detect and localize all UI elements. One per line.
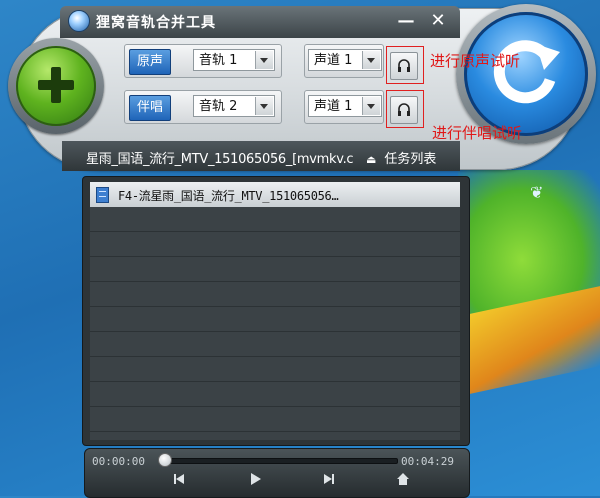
refresh-arrow-icon [493, 40, 560, 104]
original-channel-select[interactable]: 声道 1 [308, 49, 382, 71]
minimize-button[interactable]: — [394, 10, 418, 32]
previous-button[interactable] [172, 472, 192, 488]
home-icon [397, 473, 409, 485]
skip-previous-icon [174, 474, 184, 484]
accompaniment-track-row: 伴唱 音轨 2 [124, 90, 282, 124]
task-list-toggle[interactable]: ⏏ 任务列表 [366, 148, 436, 167]
current-file-name: 星雨_国语_流行_MTV_151065056_[mvmkv.c [86, 152, 354, 167]
original-tag: 原声 [129, 49, 171, 75]
chevron-down-icon[interactable] [255, 51, 273, 69]
list-item-label: F4-流星雨_国语_流行_MTV_151065056… [118, 189, 339, 203]
progress-track[interactable] [160, 458, 398, 464]
chevron-down-icon[interactable] [362, 51, 380, 69]
list-item[interactable]: F4-流星雨_国语_流行_MTV_151065056… [90, 182, 460, 207]
accompaniment-track-select[interactable]: 音轨 2 [193, 95, 275, 117]
accompaniment-preview-note: 进行伴唱试听 [432, 124, 523, 142]
next-button[interactable] [322, 472, 342, 488]
original-preview-note: 进行原声试听 [430, 52, 521, 70]
window-title: 狸窝音轨合并工具 [96, 15, 216, 31]
app-logo-icon [68, 10, 90, 32]
eject-icon: ⏏ [366, 153, 377, 166]
chevron-down-icon[interactable] [255, 97, 273, 115]
accompaniment-track-value: 音轨 2 [199, 99, 238, 114]
close-button[interactable]: ✕ [426, 10, 450, 32]
total-time: 00:04:29 [401, 455, 454, 468]
home-button[interactable] [396, 472, 416, 488]
original-channel-row: 声道 1 [304, 44, 384, 78]
chevron-down-icon[interactable] [362, 97, 380, 115]
accompaniment-tag: 伴唱 [129, 95, 171, 121]
accompaniment-channel-row: 声道 1 [304, 90, 384, 124]
current-time: 00:00:00 [92, 455, 145, 468]
task-list[interactable]: F4-流星雨_国语_流行_MTV_151065056… [90, 182, 460, 440]
accompaniment-channel-value: 声道 1 [314, 99, 353, 114]
original-track-select[interactable]: 音轨 1 [193, 49, 275, 71]
butterfly-icon: ❦ [530, 183, 544, 202]
accompaniment-channel-select[interactable]: 声道 1 [308, 95, 382, 117]
original-track-row: 原声 音轨 1 [124, 44, 282, 78]
control-panel: 狸窝音轨合并工具 — ✕ 原声 音轨 1 声道 1 进行原声试听 伴唱 音轨 2… [0, 0, 600, 178]
original-preview-highlight [386, 46, 424, 84]
play-icon [251, 473, 261, 485]
file-icon [96, 187, 109, 203]
accompaniment-preview-highlight [386, 90, 424, 128]
skip-next-icon [324, 474, 334, 484]
task-list-label: 任务列表 [384, 152, 437, 167]
progress-knob[interactable] [158, 453, 172, 467]
original-channel-value: 声道 1 [314, 53, 353, 68]
plus-icon-bar [38, 80, 74, 90]
play-button[interactable] [248, 472, 268, 488]
original-track-value: 音轨 1 [199, 53, 238, 68]
